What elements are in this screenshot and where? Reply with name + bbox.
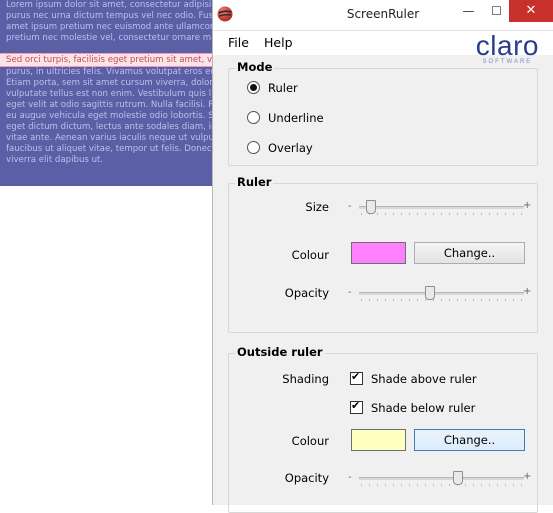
doc-line: Lorem ipsum dolor sit amet, consectetur … <box>6 0 212 10</box>
radio-overlay[interactable]: Overlay <box>247 141 313 155</box>
logo-word: claro <box>475 30 539 61</box>
doc-line: faucibus ut aliquet vitae, tempor ut fel… <box>6 144 212 154</box>
ruler-colour-swatch <box>351 242 406 264</box>
outside-colour-swatch <box>351 429 406 451</box>
slider-plus: + <box>523 286 532 297</box>
ruler-strip[interactable]: Sed orci turpis, facilisis eget pretium … <box>0 53 212 67</box>
radio-ruler[interactable]: Ruler <box>247 81 298 95</box>
logo-subtitle: SOFTWARE <box>482 59 533 65</box>
colour-label: Colour <box>291 434 329 448</box>
menu-file[interactable]: File <box>228 35 249 50</box>
doc-line: eu augue vehicula eget molestie odio lob… <box>6 111 212 121</box>
slider-plus: + <box>523 200 532 211</box>
slider-ticks <box>361 299 522 301</box>
doc-line: vulputate tellus est non enim. Vestibulu… <box>6 89 212 99</box>
doc-line: amet ipsum pretium nec euismod ante ulla… <box>6 22 212 32</box>
doc-line: pretium nec molestie vel, consectetur or… <box>6 33 212 43</box>
maximize-button[interactable]: ☐ <box>483 0 510 22</box>
slider-thumb[interactable] <box>453 471 463 485</box>
doc-line: purus, in ultricies felis. Vivamus volut… <box>6 67 212 77</box>
slider-ticks <box>361 484 522 486</box>
document-area: Lorem ipsum dolor sit amet, consectetur … <box>0 0 212 505</box>
size-label: Size <box>305 200 329 214</box>
outside-opacity-slider[interactable] <box>359 471 524 487</box>
claro-logo: claro SOFTWARE <box>475 30 539 66</box>
shade-above-checkbox[interactable] <box>350 370 363 385</box>
radio-button[interactable] <box>247 81 260 94</box>
ruler-line: Sed orci turpis, facilisis eget pretium … <box>6 55 212 65</box>
radio-button[interactable] <box>247 111 260 124</box>
doc-line: purus nec urna dictum tempus vel nec odi… <box>6 11 212 21</box>
slider-thumb[interactable] <box>365 200 376 214</box>
outside-ruler-group: Outside ruler Shading Shade above ruler … <box>228 345 538 513</box>
radio-label: Overlay <box>268 141 313 155</box>
opacity-label: Opacity <box>284 286 329 300</box>
opacity-label: Opacity <box>284 471 329 485</box>
slider-track <box>359 477 524 480</box>
doc-line: vitae ante. Aenean varius iaculis neque … <box>6 133 212 143</box>
radio-label: Underline <box>268 111 324 125</box>
close-button[interactable]: ✕ <box>509 0 553 22</box>
checkbox-label: Shade above ruler <box>371 372 477 386</box>
doc-line: Etiam porta, sem sit amet cursum viverra… <box>6 78 212 88</box>
checkbox-label: Shade below ruler <box>371 401 476 415</box>
radio-label: Ruler <box>268 81 298 95</box>
doc-line: viverra elit dapibus ut. <box>6 155 104 165</box>
radio-underline[interactable]: Underline <box>247 111 324 125</box>
group-title-ruler: Ruler <box>235 175 274 189</box>
group-title-outside: Outside ruler <box>235 345 325 359</box>
shade-below: purus, in ultricies felis. Vivamus volut… <box>0 67 212 186</box>
outside-change-colour-button[interactable]: Change.. <box>414 429 525 451</box>
title-bar[interactable]: ScreenRuler — ☐ ✕ <box>213 0 553 31</box>
doc-line: eget dictum dictum, lectus ante sodales … <box>6 122 212 132</box>
ruler-group: Ruler Size - + Colour Change.. Opacity -… <box>228 175 538 333</box>
doc-line: eget velit at odio sagittis rutrum. Null… <box>6 100 212 110</box>
group-title-mode: Mode <box>235 60 275 74</box>
ruler-opacity-slider[interactable] <box>359 286 524 302</box>
slider-minus: - <box>348 287 352 298</box>
colour-label: Colour <box>291 248 329 262</box>
slider-thumb[interactable] <box>424 286 435 300</box>
shade-below-checkbox[interactable] <box>350 399 363 414</box>
slider-ticks <box>361 213 522 215</box>
slider-track <box>359 206 524 209</box>
minimize-button[interactable]: — <box>455 0 482 22</box>
ruler-change-colour-button[interactable]: Change.. <box>414 242 525 264</box>
mode-group: Mode Ruler Underline Overlay <box>228 60 538 166</box>
slider-track <box>359 292 524 295</box>
shade-above: Lorem ipsum dolor sit amet, consectetur … <box>0 0 212 53</box>
shade-above-checkbox-row[interactable]: Shade above ruler <box>350 370 477 386</box>
slider-plus: + <box>523 471 532 482</box>
slider-minus: - <box>348 201 352 212</box>
size-slider[interactable] <box>359 200 524 216</box>
shade-below-checkbox-row[interactable]: Shade below ruler <box>350 399 476 415</box>
screenruler-window: ScreenRuler — ☐ ✕ File Help claro SOFTWA… <box>212 0 553 513</box>
radio-button[interactable] <box>247 141 260 154</box>
shading-label: Shading <box>282 372 329 386</box>
slider-minus: - <box>348 472 352 483</box>
menu-help[interactable]: Help <box>264 35 293 50</box>
